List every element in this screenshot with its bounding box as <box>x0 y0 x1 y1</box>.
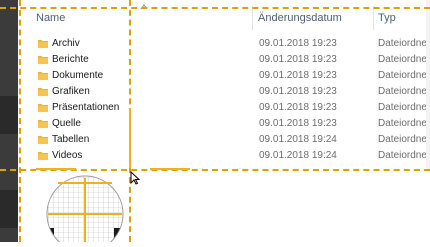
file-type: Dateiordner <box>378 150 430 161</box>
folder-icon <box>38 119 48 128</box>
file-name: Archiv <box>52 38 80 49</box>
alignment-guide-highlight <box>36 168 76 170</box>
folder-icon <box>38 39 48 48</box>
file-name: Präsentationen <box>52 102 120 113</box>
file-name: Berichte <box>52 54 89 65</box>
mouse-pointer-icon <box>130 170 141 185</box>
modified-date: 09.01.2018 19:23 <box>259 70 337 81</box>
list-item[interactable]: Präsentationen 09.01.2018 19:23 Dateiordne… <box>18 100 430 116</box>
list-item[interactable]: Berichte 09.01.2018 19:23 Dateiordner <box>18 52 430 68</box>
folder-icon <box>38 135 48 144</box>
file-type: Dateiordner <box>378 86 430 97</box>
file-type: Dateiordner <box>378 118 430 129</box>
file-type: Dateiordner <box>378 70 430 81</box>
file-name: Videos <box>52 150 83 161</box>
background-window-strip <box>0 0 18 242</box>
file-name: Grafiken <box>52 86 90 97</box>
background-window-band <box>0 96 18 134</box>
alignment-guide-highlight <box>129 108 131 168</box>
list-item[interactable]: Archiv 09.01.2018 19:23 Dateiordner <box>18 36 430 52</box>
file-explorer-window: Name Änderungsdatum Typ Archiv 09.01.2018… <box>18 0 430 170</box>
file-type: Dateiordner <box>378 134 430 145</box>
column-header-bar: Name Änderungsdatum Typ <box>18 0 430 34</box>
list-item[interactable]: Grafiken 09.01.2018 19:23 Dateiordner <box>18 84 430 100</box>
modified-date: 09.01.2018 19:24 <box>259 134 337 145</box>
modified-date: 09.01.2018 19:23 <box>259 102 337 113</box>
folder-icon <box>38 103 48 112</box>
list-item[interactable]: Dokumente 09.01.2018 19:23 Dateiordner <box>18 68 430 84</box>
modified-date: 09.01.2018 19:23 <box>259 86 337 97</box>
grid-sphere-graphic <box>46 175 124 247</box>
file-list: Archiv 09.01.2018 19:23 Dateiordner Bericht… <box>18 36 430 164</box>
background-window-band <box>0 190 18 228</box>
modified-date: 09.01.2018 19:24 <box>259 150 337 161</box>
folder-icon <box>38 55 48 64</box>
type-column-header[interactable]: Typ <box>378 12 396 24</box>
file-type: Dateiordner <box>378 102 430 113</box>
name-column-header[interactable]: Name <box>36 12 65 24</box>
alignment-guide-highlight <box>150 168 190 170</box>
modified-date: 09.01.2018 19:23 <box>259 54 337 65</box>
folder-icon <box>38 151 48 160</box>
modified-date: 09.01.2018 19:23 <box>259 38 337 49</box>
file-name: Tabellen <box>52 134 90 145</box>
date-column-header[interactable]: Änderungsdatum <box>258 12 342 24</box>
folder-icon <box>38 87 48 96</box>
list-item[interactable]: Quelle 09.01.2018 19:23 Dateiordner <box>18 116 430 132</box>
file-type: Dateiordner <box>378 38 430 49</box>
list-item[interactable]: Tabellen 09.01.2018 19:24 Dateiordner <box>18 132 430 148</box>
preview-area <box>18 172 430 247</box>
file-name: Quelle <box>52 118 81 129</box>
modified-date: 09.01.2018 19:23 <box>259 118 337 129</box>
list-item[interactable]: Videos 09.01.2018 19:24 Dateiordner <box>18 148 430 164</box>
column-divider[interactable] <box>252 6 253 30</box>
file-type: Dateiordner <box>378 54 430 65</box>
alignment-guide-vertical <box>19 0 21 242</box>
column-divider[interactable] <box>373 6 374 30</box>
folder-icon <box>38 71 48 80</box>
vertical-scrollbar[interactable] <box>426 0 430 170</box>
file-name: Dokumente <box>52 70 104 81</box>
alignment-guide-horizontal <box>0 7 430 9</box>
